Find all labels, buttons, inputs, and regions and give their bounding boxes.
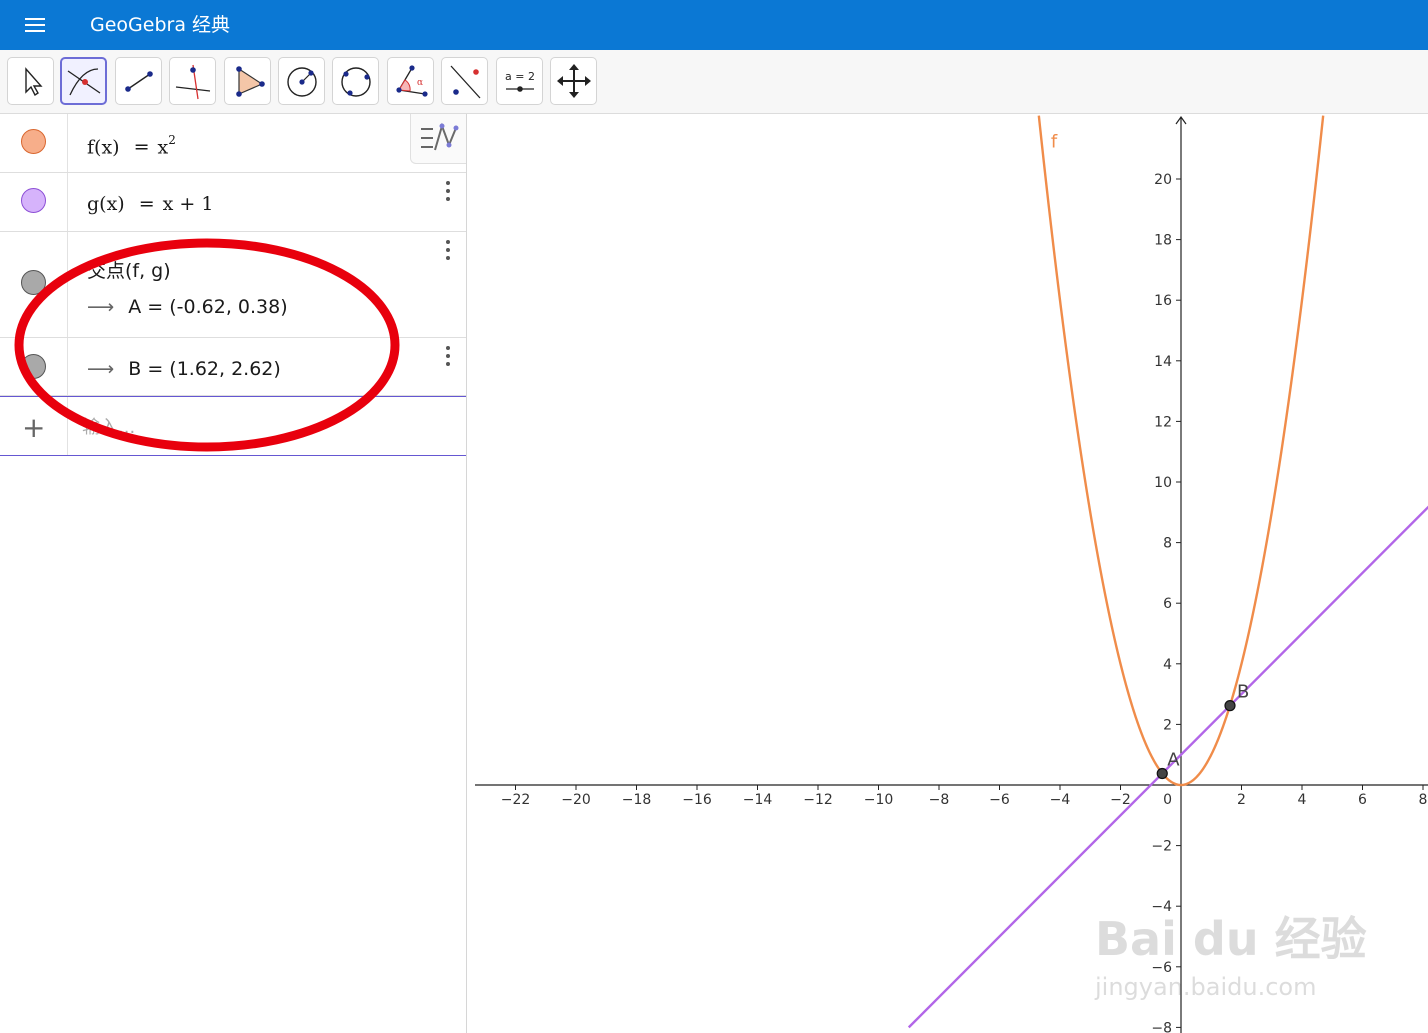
x-tick-label: 6 xyxy=(1358,792,1367,808)
y-tick-label: −2 xyxy=(1151,839,1172,855)
x-tick-label: −12 xyxy=(803,792,833,808)
x-tick-label: −16 xyxy=(682,792,712,808)
intersect-tool[interactable] xyxy=(60,57,107,105)
x-tick-label: −18 xyxy=(622,792,652,808)
y-tick-label: −8 xyxy=(1151,1020,1172,1033)
curves: f xyxy=(907,115,1428,1029)
expression-g-rhs: x + 1 xyxy=(162,193,214,215)
reflect-tool[interactable] xyxy=(441,57,488,105)
more-options-icon-b[interactable] xyxy=(444,346,452,368)
x-tick-label: −20 xyxy=(561,792,591,808)
polygon-icon xyxy=(236,66,265,97)
reflect-about-line-icon xyxy=(450,65,481,99)
y-tick-label: 20 xyxy=(1154,172,1172,188)
toolbar: α a = 2 xyxy=(0,50,1428,114)
polygon-tool[interactable] xyxy=(224,57,271,105)
origin-label: 0 xyxy=(1163,792,1172,808)
segment-icon xyxy=(125,71,153,92)
y-tick-label: 2 xyxy=(1163,717,1172,733)
y-tick-label: 10 xyxy=(1154,475,1172,491)
y-tick-label: 18 xyxy=(1154,233,1172,249)
perpendicular-line-icon xyxy=(175,64,211,100)
angle-tool[interactable]: α xyxy=(387,57,434,105)
point-a-label: A xyxy=(1167,749,1180,770)
y-tick-label: 16 xyxy=(1154,293,1172,309)
algebra-style-bar-toggle[interactable] xyxy=(410,114,466,164)
y-tick-label: 8 xyxy=(1163,536,1172,552)
circle-center-point-icon xyxy=(287,67,317,97)
angle-icon: α xyxy=(396,65,428,97)
expression-g-lhs: g(x) xyxy=(87,193,125,215)
expression-f-lhs: f(x) xyxy=(87,136,120,159)
curve-f-label: f xyxy=(1051,132,1058,153)
y-tick-label: 12 xyxy=(1154,414,1172,430)
circle-through-3-points-tool[interactable] xyxy=(332,57,379,105)
segment-tool[interactable] xyxy=(115,57,162,105)
slider-tool[interactable]: a = 2 xyxy=(496,57,543,105)
x-tick-label: −22 xyxy=(501,792,531,808)
red-highlight-ellipse xyxy=(14,238,400,452)
expression-f-exponent: 2 xyxy=(168,133,176,147)
title-bar: GeoGebra 经典 xyxy=(0,0,1428,50)
point-b-label: B xyxy=(1237,682,1249,703)
graphics-canvas[interactable]: −22 −20 −18 −16 −14 −12 −10 −8 −6 −4 −2 2 4 6 82018161… xyxy=(475,115,1428,1033)
expression-f-base: x xyxy=(157,136,169,159)
x-tick-label: −4 xyxy=(1050,792,1071,808)
y-tick-label: 4 xyxy=(1163,657,1172,673)
y-tick-label: 6 xyxy=(1163,596,1172,612)
cursor-arrow-icon xyxy=(25,67,43,97)
x-tick-label: 2 xyxy=(1237,792,1246,808)
circle-tool[interactable] xyxy=(278,57,325,105)
marble-column xyxy=(0,114,68,172)
point-a xyxy=(1156,767,1168,780)
svg-text:α: α xyxy=(417,78,423,88)
more-options-icon-g[interactable] xyxy=(444,181,452,203)
algebra-view: f(x) = x2 g(x) = x + 1 交点(f, g) ⟶ A = (-… xyxy=(0,114,467,1033)
x-tick-label: −2 xyxy=(1110,792,1131,808)
point-b xyxy=(1224,700,1236,712)
slider-tool-label: a = 2 xyxy=(505,70,535,83)
move-graphics-view-icon xyxy=(557,64,591,98)
x-tick-label: −8 xyxy=(929,792,950,808)
expression-g[interactable]: g(x) = x + 1 xyxy=(87,193,213,215)
move-graphics-view-tool[interactable] xyxy=(550,57,597,105)
expression-g-eq: = xyxy=(138,193,155,215)
graphics-view[interactable]: −22 −20 −18 −16 −14 −12 −10 −8 −6 −4 −2 2 4 6 8 20 18 16 1… xyxy=(475,115,1428,1033)
style-bar-icon xyxy=(421,122,459,151)
visibility-marble-f[interactable] xyxy=(21,129,46,154)
circle-three-points-icon xyxy=(341,67,371,97)
hamburger-menu-icon[interactable] xyxy=(22,15,48,35)
more-options-icon-intersect[interactable] xyxy=(444,240,452,262)
y-tick-label: 14 xyxy=(1154,354,1172,370)
marble-column xyxy=(0,173,68,231)
x-tick-label: −14 xyxy=(743,792,773,808)
slider-icon: a = 2 xyxy=(505,70,535,92)
x-tick-label: 4 xyxy=(1298,792,1307,808)
axes: −22 −20 −18 −16 −14 −12 −10 −8 −6 −4 −2 2 4 6 82018161… xyxy=(475,115,1428,1033)
x-tick-label: −6 xyxy=(989,792,1010,808)
expression-f-eq: = xyxy=(133,136,150,159)
x-tick-label: −10 xyxy=(864,792,894,808)
app-title: GeoGebra 经典 xyxy=(90,14,231,36)
expression-f[interactable]: f(x) = x2 xyxy=(87,133,176,159)
visibility-marble-g[interactable] xyxy=(21,188,46,213)
perpendicular-line-tool[interactable] xyxy=(169,57,216,105)
x-tick-label: 8 xyxy=(1419,792,1428,808)
y-tick-label: −4 xyxy=(1151,899,1172,915)
intersect-icon xyxy=(67,68,101,96)
move-tool[interactable] xyxy=(7,57,54,105)
algebra-row-f[interactable]: f(x) = x2 xyxy=(0,114,466,173)
y-tick-label: −6 xyxy=(1151,960,1172,976)
